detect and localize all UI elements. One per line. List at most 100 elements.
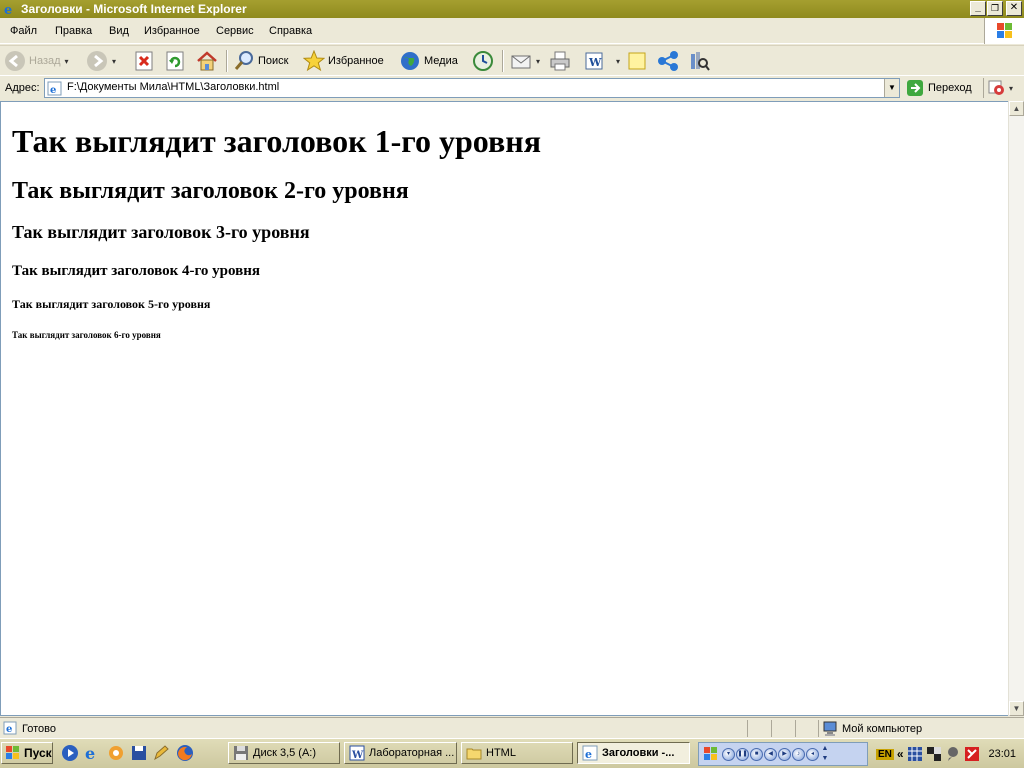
start-label: Пуск [24, 746, 52, 760]
pencil-icon[interactable] [152, 744, 170, 762]
heading-6: Так выглядит заголовок 6-го уровня [12, 330, 161, 340]
media-player-icon[interactable] [61, 744, 79, 762]
stop-icon [135, 51, 153, 71]
refresh-icon [166, 51, 184, 71]
taskbar-item-html-folder[interactable]: HTML [461, 742, 573, 764]
close-button[interactable]: ✕ [1006, 1, 1022, 16]
tray-expand-button[interactable]: « [897, 747, 904, 761]
grid-icon[interactable] [907, 746, 923, 762]
next-button[interactable]: ▶ [778, 747, 791, 761]
page-icon: e [3, 721, 17, 735]
firefox-icon[interactable] [176, 744, 194, 762]
messenger-icon[interactable] [945, 746, 961, 762]
word-icon: W [585, 52, 603, 70]
title-bar[interactable]: e Заголовки - Microsoft Internet Explore… [0, 0, 1024, 18]
address-dropdown-button[interactable]: ▼ [884, 79, 899, 97]
vertical-scrollbar[interactable]: ▲ ▼ [1008, 101, 1024, 716]
menu-file[interactable]: Файл [10, 25, 37, 37]
menu-tools[interactable]: Сервис [216, 25, 254, 37]
media-player-toolbar: ▾ ❚❚ ■ ◀ ▶ ♪ ◂ ▲ ▼ [698, 742, 868, 766]
history-button[interactable] [472, 48, 494, 74]
address-input[interactable] [67, 81, 867, 93]
address-box[interactable]: e ▼ [44, 78, 900, 98]
forward-button[interactable]: ▾ [86, 48, 116, 74]
share-icon [658, 51, 678, 71]
toolbar-separator [502, 50, 504, 72]
mail-button[interactable]: ▾ [510, 48, 540, 74]
research-icon [691, 52, 710, 71]
favorites-button[interactable]: Избранное [303, 48, 384, 74]
menu-favorites[interactable]: Избранное [144, 25, 200, 37]
back-label: Назад [29, 55, 61, 67]
stop-button[interactable] [133, 48, 155, 74]
taskbar-item-floppy[interactable]: Диск 3,5 (A:) [228, 742, 340, 764]
research-button[interactable] [688, 48, 710, 74]
menu-help[interactable]: Справка [269, 25, 312, 37]
back-button[interactable]: Назад ▾ [4, 48, 69, 74]
edit-button[interactable]: W ▾ [583, 48, 620, 74]
start-button[interactable]: Пуск [1, 742, 53, 764]
go-label: Переход [928, 82, 972, 94]
chevron-down-icon[interactable]: ▾ [112, 57, 116, 66]
previous-button[interactable]: ◀ [764, 747, 777, 761]
taskbar-item-ie[interactable]: e Заголовки -... [577, 742, 690, 764]
pause-button[interactable]: ❚❚ [736, 747, 749, 761]
windows-logo-icon [6, 746, 19, 759]
svg-text:e: e [85, 744, 95, 762]
ie-icon: e [4, 3, 12, 16]
links-button[interactable]: ▾ [983, 78, 1013, 98]
chevron-down-icon[interactable]: ▾ [616, 57, 620, 66]
save-icon[interactable] [130, 744, 148, 762]
chevron-down-icon[interactable]: ▾ [1009, 84, 1013, 93]
note-icon [628, 52, 646, 70]
refresh-button[interactable] [164, 48, 186, 74]
chevron-down-icon[interactable]: ▾ [65, 57, 69, 66]
scroll-down-button[interactable]: ▼ [1009, 701, 1024, 716]
menu-bar: Файл Правка Вид Избранное Сервис Справка [0, 18, 1024, 44]
svg-text:e: e [6, 724, 12, 735]
volume-button[interactable]: ◂ [806, 747, 819, 761]
go-arrow-icon [907, 80, 923, 96]
taskbar: Пуск e Диск 3,5 (A:) W Лабораторная ... … [0, 738, 1024, 768]
language-indicator[interactable]: EN [876, 748, 894, 760]
address-label: Адрес: [5, 82, 40, 94]
antivirus-icon[interactable] [964, 746, 980, 762]
dropdown-button[interactable]: ▾ [722, 747, 735, 761]
media-button[interactable]: Медиа [399, 48, 458, 74]
home-button[interactable] [196, 48, 218, 74]
search-button[interactable]: Поиск [233, 48, 288, 74]
taskbar-item-word[interactable]: W Лабораторная ... [344, 742, 457, 764]
stop-button[interactable]: ■ [750, 747, 763, 761]
restore-button[interactable]: ❐ [987, 1, 1003, 16]
volume-slider[interactable]: ▲ ▼ [820, 744, 830, 764]
svg-text:e: e [4, 3, 12, 16]
scroll-up-button[interactable]: ▲ [1009, 101, 1024, 116]
status-pane [795, 720, 796, 737]
network-icon[interactable] [926, 746, 942, 762]
messenger-button[interactable] [657, 48, 679, 74]
print-button[interactable] [549, 48, 571, 74]
menu-edit[interactable]: Правка [55, 25, 92, 37]
chevron-down-icon[interactable]: ▾ [536, 57, 540, 66]
mute-button[interactable]: ♪ [792, 747, 805, 761]
ie-icon[interactable]: e [83, 744, 101, 762]
go-button[interactable]: Переход [906, 78, 972, 98]
outlook-icon[interactable] [107, 744, 125, 762]
printer-icon [550, 51, 570, 71]
status-pane [747, 720, 748, 737]
window-title: Заголовки - Microsoft Internet Explorer [21, 2, 247, 16]
toolbar: Назад ▾ ▾ Поиск Избранное Медиа ▾ W ▾ [0, 45, 1024, 76]
zone-label: Мой компьютер [842, 722, 923, 735]
svg-text:e: e [585, 748, 592, 761]
clock[interactable]: 23:01 [988, 748, 1024, 760]
history-icon [473, 51, 493, 71]
svg-text:W: W [588, 56, 602, 69]
status-pane [818, 720, 819, 737]
minimize-button[interactable]: _ [970, 1, 986, 16]
forward-arrow-icon [87, 51, 107, 71]
menu-view[interactable]: Вид [109, 25, 129, 37]
heading-3: Так выглядит заголовок 3-го уровня [12, 222, 310, 242]
discuss-button[interactable] [626, 48, 648, 74]
system-tray: EN « 23:01 [872, 742, 1024, 766]
task-label: Диск 3,5 (A:) [253, 747, 317, 759]
